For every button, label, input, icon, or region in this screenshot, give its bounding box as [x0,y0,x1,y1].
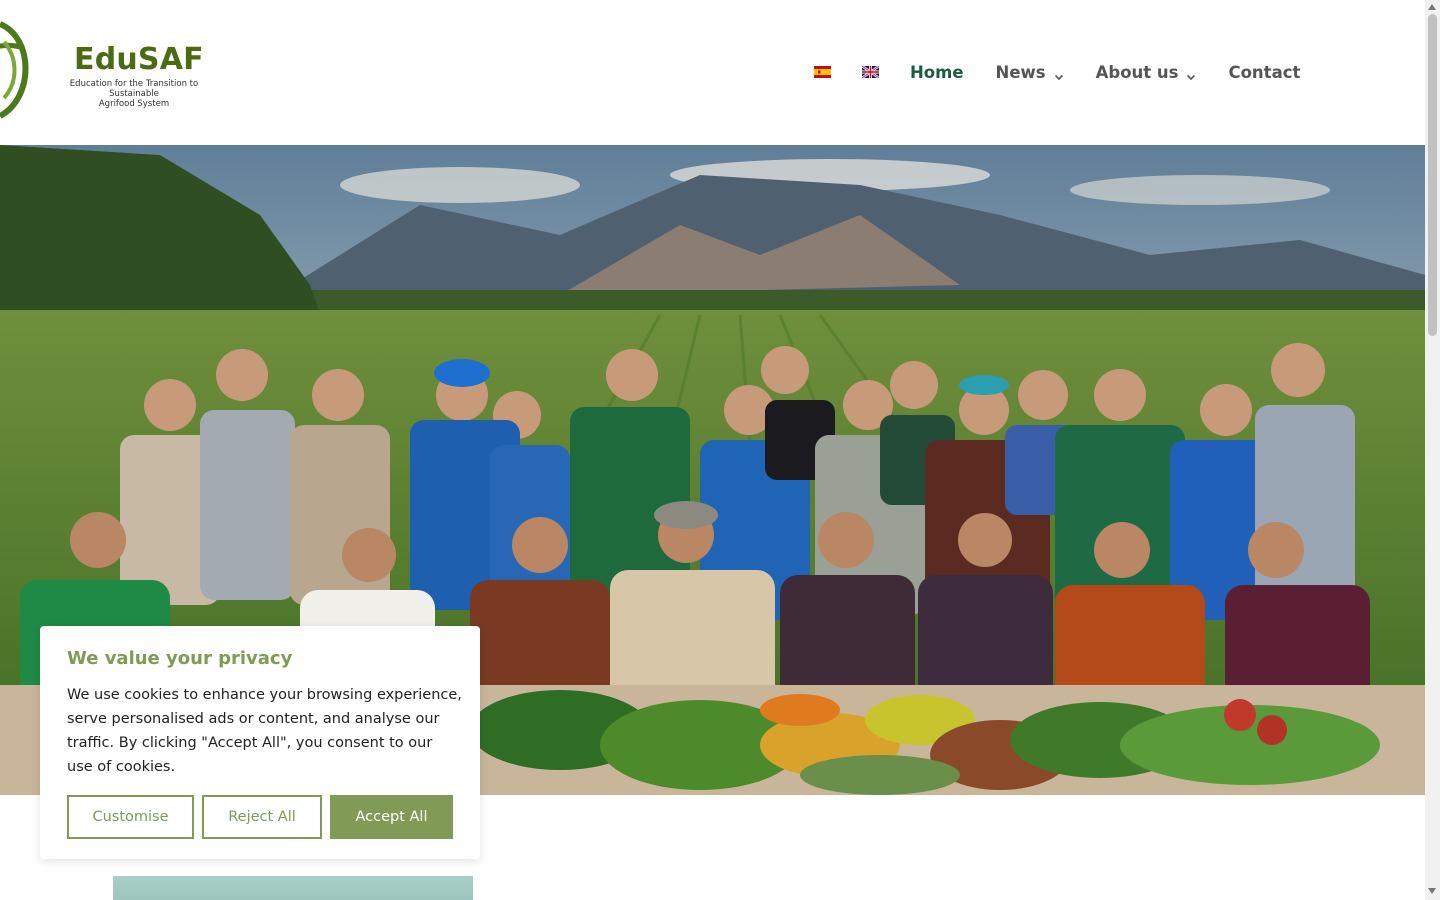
nav-about-us-label: About us [1095,62,1179,82]
cookie-description: We use cookies to enhance your browsing … [67,687,462,775]
nav-contact[interactable]: Contact [1228,63,1300,82]
logo-subtitle: Education for the Transition to Sustaina… [46,79,222,109]
site-header: EduSAF Education for the Transition to S… [0,0,1425,145]
nav-about-us[interactable]: About us [1096,63,1197,82]
spain-flag-icon[interactable] [814,66,831,78]
cookie-title: We value your privacy [67,648,293,669]
nav-home-label: Home [910,62,964,82]
nav-home[interactable]: Home [910,63,964,82]
scrollbar-thumb[interactable] [1428,14,1437,336]
logo-icon[interactable] [0,18,32,122]
nav-contact-label: Contact [1228,62,1301,82]
main-nav: Home News About us Contact [814,58,1332,86]
page-scrollbar[interactable] [1425,0,1440,900]
section-image [113,876,473,900]
reject-all-button[interactable]: Reject All [202,795,322,839]
chevron-down-icon [1186,67,1196,81]
uk-flag-icon[interactable] [862,66,879,78]
logo-subtitle-line1: Education for the Transition to Sustaina… [69,79,199,99]
scroll-down-arrow-icon[interactable] [1428,888,1436,894]
logo-subtitle-line2: Agrifood System [98,99,170,109]
logo-title[interactable]: EduSAF [74,42,204,77]
accept-all-button[interactable]: Accept All [330,795,453,839]
nav-news-label: News [995,62,1046,82]
cookie-consent-banner: We value your privacy We use cookies to … [40,626,480,859]
chevron-down-icon [1054,67,1064,81]
nav-news[interactable]: News [996,63,1064,82]
scroll-up-arrow-icon[interactable] [1428,4,1436,10]
customise-button[interactable]: Customise [67,795,194,839]
